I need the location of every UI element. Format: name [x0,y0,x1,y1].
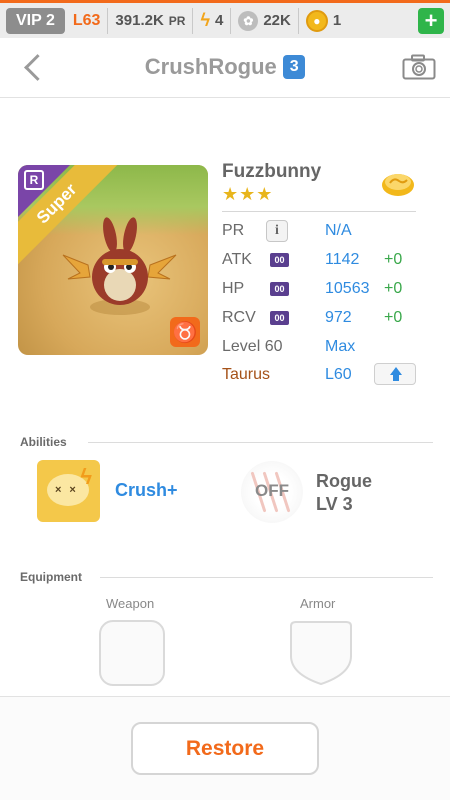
status-bar: VIP 2 L63 391.2K PR ϟ 4 ✿ 22K ● 1 + [0,0,450,38]
title-area: CrushRogue 3 [0,54,450,80]
stat-bonus: +0 [384,309,403,326]
stat-label: Level 60 [222,338,283,355]
player-level: L63 [72,11,101,29]
weapon-slot[interactable] [99,620,165,686]
divider [297,7,299,34]
stat-bonus: +0 [384,280,403,297]
stat-row-atk: ATK 00 1142 +0 [222,248,422,274]
energy-value: 4 [215,12,224,29]
stat-chip: 00 [270,282,289,296]
divider [107,7,109,34]
vip-badge[interactable]: VIP 2 [6,7,65,34]
stat-value: Max [325,338,356,355]
divider [88,442,433,443]
ability-2-level: LV 3 [316,494,353,514]
coins-stat[interactable]: ● 1 [305,9,342,32]
divider [230,7,232,34]
ability-1-label[interactable]: Crush+ [115,480,178,501]
zodiac-level: L60 [325,366,352,383]
energy-stat[interactable]: ϟ 4 [200,10,223,31]
paw-icon: ✿ [238,10,259,31]
zodiac-label: Taurus [222,366,271,383]
equipment-section-label: Equipment [20,570,82,584]
pets-value: 22K [263,12,291,29]
pet-portrait[interactable]: R Super ♉ [18,165,208,355]
armor-slot[interactable] [288,620,354,686]
page-title: CrushRogue [144,54,277,79]
page-header: CrushRogue 3 [0,38,450,98]
weapon-label: Weapon [106,596,155,611]
pr-unit: PR [168,13,186,28]
coin-icon: ● [305,9,328,32]
stat-row-hp: HP 00 10563 +0 [222,277,422,303]
divider [222,211,416,212]
divider [100,577,433,578]
pr-stat: 391.2K PR [115,12,185,29]
stat-value: 10563 [325,280,370,297]
stat-label: RCV [222,309,256,326]
pet-name: Fuzzbunny [222,161,322,182]
lightning-icon: ϟ [80,464,92,489]
upgrade-zodiac-button[interactable] [374,363,416,385]
info-icon[interactable]: i [266,220,288,242]
ability-off-state: OFF [255,481,289,500]
stat-bonus: +0 [384,251,403,268]
pets-stat[interactable]: ✿ 22K [238,10,291,31]
camera-icon[interactable] [402,54,436,80]
abilities-section-label: Abilities [20,435,67,449]
stat-row-level: Level 60 Max [222,335,422,361]
stat-row-pr: PR i N/A [222,219,422,245]
pet-count-badge: 3 [283,55,306,79]
camera-icon-svg [402,54,436,80]
divider [192,7,194,34]
crush-ability-icon[interactable]: ×× ϟ [37,460,100,522]
star-rating: ★★★ [222,184,274,204]
stat-value: N/A [325,222,352,239]
pr-value: 391.2K [115,12,164,29]
stat-row-zodiac: Taurus L60 [222,363,422,389]
stat-chip: 00 [270,253,289,267]
stat-label: HP [222,280,245,297]
stat-value: 972 [325,309,352,326]
armor-label: Armor [300,596,336,611]
stat-chip: 00 [270,311,289,325]
taurus-icon: ♉ [170,317,200,347]
ability-2-name: Rogue [316,471,372,491]
stat-row-rcv: RCV 00 972 +0 [222,306,422,332]
pet-creature-image [62,217,177,315]
add-currency-button[interactable]: + [418,7,444,34]
restore-button[interactable]: Restore [131,722,319,775]
stat-label: PR [222,222,245,239]
cloud-element-icon [382,174,414,196]
stat-label: ATK [222,251,252,268]
rogue-ability-icon[interactable]: OFF [241,461,303,523]
lightning-icon: ϟ [200,10,210,30]
rarity-tag: R [24,170,44,190]
stat-value: 1142 [325,251,360,268]
coins-value: 1 [332,12,342,29]
